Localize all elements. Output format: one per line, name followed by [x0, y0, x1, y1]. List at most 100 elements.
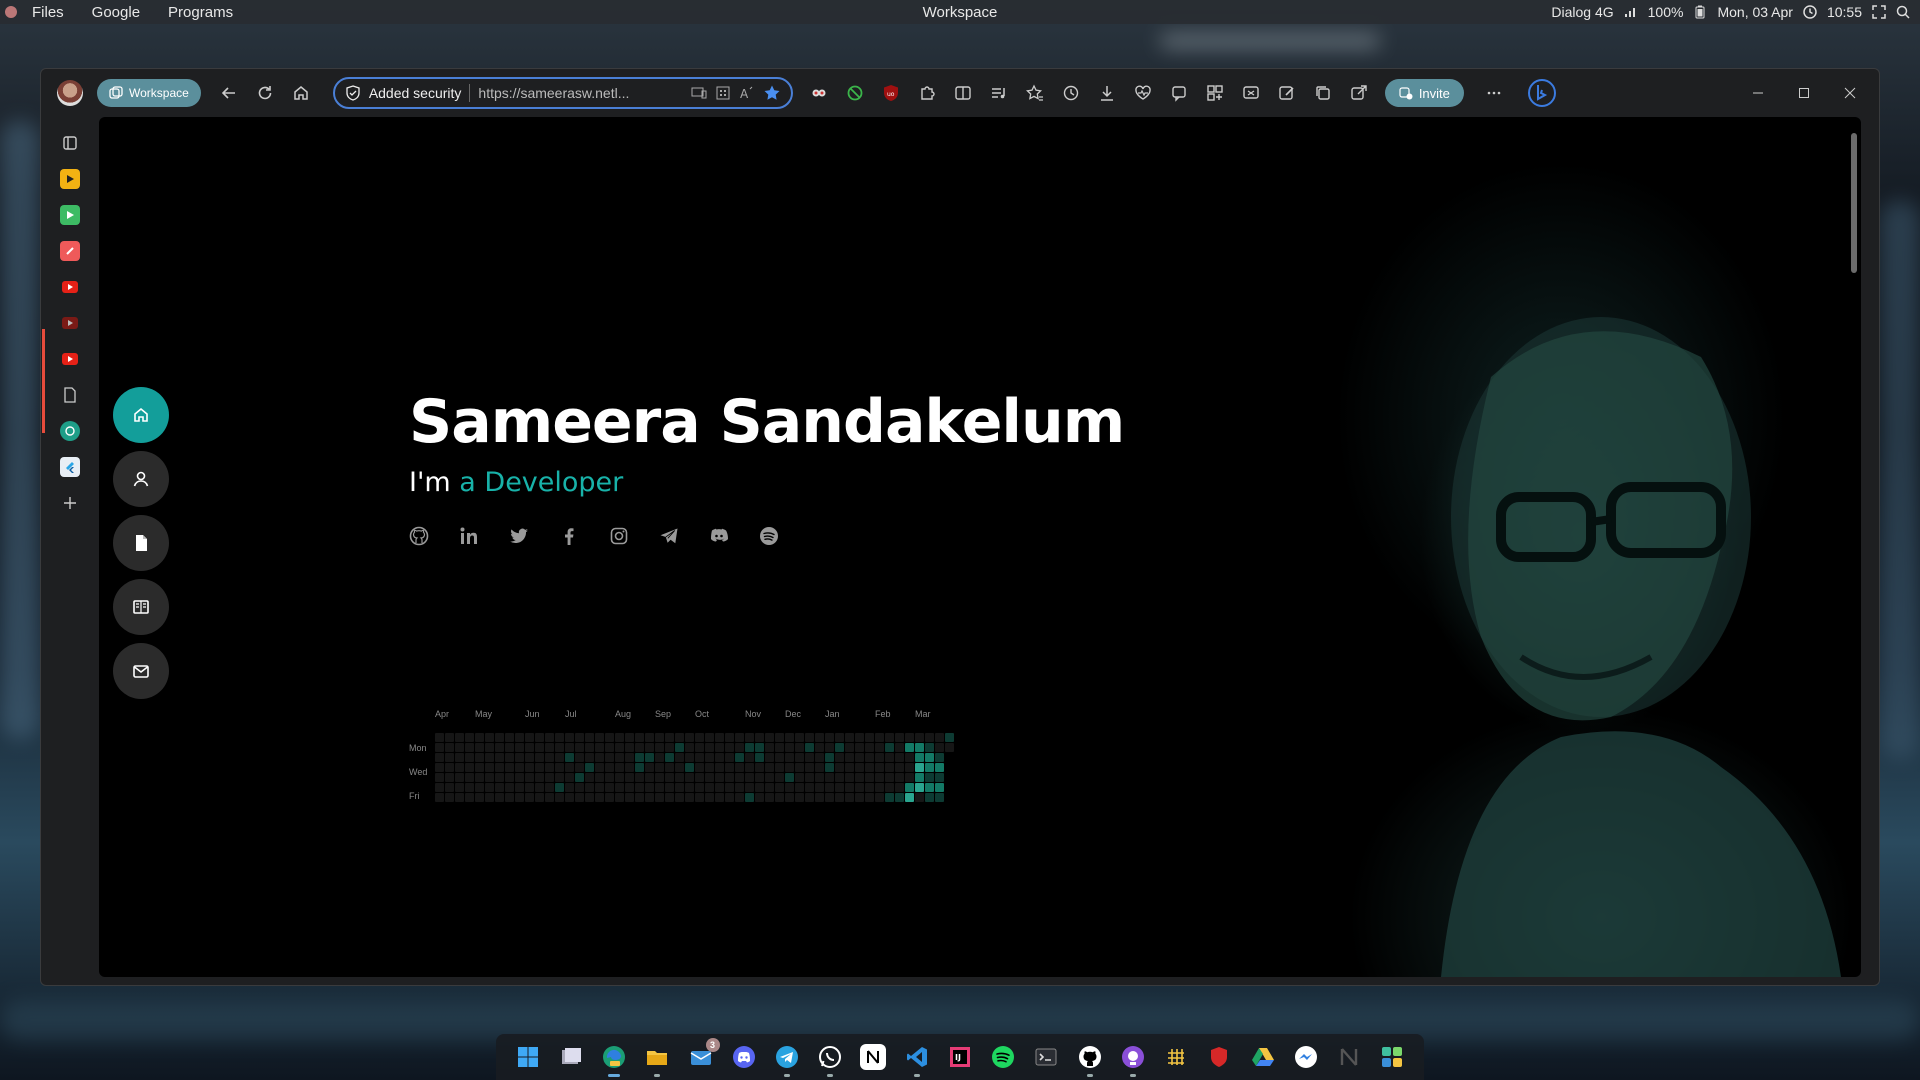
contribution-cell[interactable]: [615, 753, 624, 762]
contribution-cell[interactable]: [715, 763, 724, 772]
contribution-cell[interactable]: [485, 793, 494, 802]
contribution-cell[interactable]: [795, 753, 804, 762]
contribution-cell[interactable]: [775, 763, 784, 772]
contribution-cell[interactable]: [665, 773, 674, 782]
contribution-cell[interactable]: [535, 793, 544, 802]
contribution-cell[interactable]: [455, 783, 464, 792]
contribution-cell[interactable]: [435, 753, 444, 762]
contribution-cell[interactable]: [645, 793, 654, 802]
contribution-cell[interactable]: [935, 743, 944, 752]
contribution-cell[interactable]: [505, 783, 514, 792]
contribution-cell[interactable]: [565, 733, 574, 742]
contribution-cell[interactable]: [885, 753, 894, 762]
drive-icon[interactable]: [1250, 1044, 1276, 1070]
contribution-cell[interactable]: [575, 743, 584, 752]
contribution-cell[interactable]: [465, 743, 474, 752]
contribution-cell[interactable]: [545, 743, 554, 752]
contribution-cell[interactable]: [735, 773, 744, 782]
contribution-cell[interactable]: [725, 733, 734, 742]
contribution-cell[interactable]: [525, 733, 534, 742]
sidebar-tabs-icon[interactable]: [60, 133, 80, 153]
contribution-cell[interactable]: [845, 733, 854, 742]
contribution-cell[interactable]: [655, 763, 664, 772]
fullscreen-icon[interactable]: [1872, 5, 1886, 19]
contribution-cell[interactable]: [435, 743, 444, 752]
contribution-cell[interactable]: [445, 733, 454, 742]
contribution-cell[interactable]: [825, 783, 834, 792]
contribution-cell[interactable]: [725, 743, 734, 752]
contribution-cell[interactable]: [835, 763, 844, 772]
contribution-cell[interactable]: [715, 743, 724, 752]
contribution-cell[interactable]: [745, 733, 754, 742]
contribution-cell[interactable]: [865, 743, 874, 752]
contribution-cell[interactable]: [585, 763, 594, 772]
menu-google[interactable]: Google: [78, 4, 154, 21]
sidebar-add-icon[interactable]: [60, 493, 80, 513]
contribution-cell[interactable]: [665, 793, 674, 802]
contribution-cell[interactable]: [695, 783, 704, 792]
contribution-cell[interactable]: [825, 793, 834, 802]
contribution-cell[interactable]: [685, 783, 694, 792]
contribution-cell[interactable]: [895, 733, 904, 742]
contribution-cell[interactable]: [905, 743, 914, 752]
contribution-cell[interactable]: [775, 743, 784, 752]
contribution-cell[interactable]: [915, 753, 924, 762]
github-icon[interactable]: [1077, 1044, 1103, 1077]
contribution-cell[interactable]: [695, 793, 704, 802]
contribution-cell[interactable]: [615, 783, 624, 792]
contribution-cell[interactable]: [505, 773, 514, 782]
contribution-cell[interactable]: [665, 733, 674, 742]
contribution-cell[interactable]: [705, 763, 714, 772]
contribution-cell[interactable]: [625, 763, 634, 772]
contribution-cell[interactable]: [805, 733, 814, 742]
contribution-cell[interactable]: [655, 773, 664, 782]
contribution-cell[interactable]: [825, 753, 834, 762]
contribution-cell[interactable]: [855, 783, 864, 792]
contribution-cell[interactable]: [865, 793, 874, 802]
contribution-cell[interactable]: [925, 753, 934, 762]
contribution-cell[interactable]: [835, 783, 844, 792]
contribution-cell[interactable]: [595, 733, 604, 742]
contribution-cell[interactable]: [775, 793, 784, 802]
contribution-cell[interactable]: [775, 783, 784, 792]
contribution-cell[interactable]: [605, 783, 614, 792]
contribution-cell[interactable]: [485, 773, 494, 782]
contribution-cell[interactable]: [545, 753, 554, 762]
contribution-cell[interactable]: [945, 743, 954, 752]
contribution-cell[interactable]: [615, 743, 624, 752]
contribution-cell[interactable]: [835, 773, 844, 782]
contribution-cell[interactable]: [915, 783, 924, 792]
contribution-cell[interactable]: [465, 753, 474, 762]
contribution-cell[interactable]: [495, 753, 504, 762]
battery-label[interactable]: 100%: [1648, 4, 1684, 20]
apps-icon[interactable]: [715, 85, 731, 101]
contribution-cell[interactable]: [565, 763, 574, 772]
contribution-cell[interactable]: [745, 743, 754, 752]
discord-icon[interactable]: [731, 1044, 757, 1070]
contribution-cell[interactable]: [635, 763, 644, 772]
extensions-button[interactable]: [909, 75, 945, 111]
contribution-cell[interactable]: [435, 773, 444, 782]
contribution-cell[interactable]: [835, 753, 844, 762]
contribution-cell[interactable]: [725, 783, 734, 792]
contribution-cell[interactable]: [815, 783, 824, 792]
contribution-cell[interactable]: [465, 733, 474, 742]
contribution-cell[interactable]: [455, 733, 464, 742]
contribution-cell[interactable]: [595, 793, 604, 802]
contribution-cell[interactable]: [535, 753, 544, 762]
contribution-cell[interactable]: [745, 773, 754, 782]
contribution-cell[interactable]: [745, 753, 754, 762]
contribution-cell[interactable]: [525, 743, 534, 752]
contribution-cell[interactable]: [525, 793, 534, 802]
files-icon[interactable]: [558, 1044, 584, 1070]
contribution-cell[interactable]: [915, 793, 924, 802]
sidebar-app-yellow-icon[interactable]: [60, 169, 80, 189]
sidebar-youtube-icon[interactable]: [60, 349, 80, 369]
contribution-cell[interactable]: [745, 793, 754, 802]
contribution-cell[interactable]: [445, 753, 454, 762]
contribution-cell[interactable]: [785, 753, 794, 762]
contribution-cell[interactable]: [655, 753, 664, 762]
contribution-cell[interactable]: [435, 783, 444, 792]
contribution-cell[interactable]: [745, 763, 754, 772]
contribution-cell[interactable]: [585, 733, 594, 742]
